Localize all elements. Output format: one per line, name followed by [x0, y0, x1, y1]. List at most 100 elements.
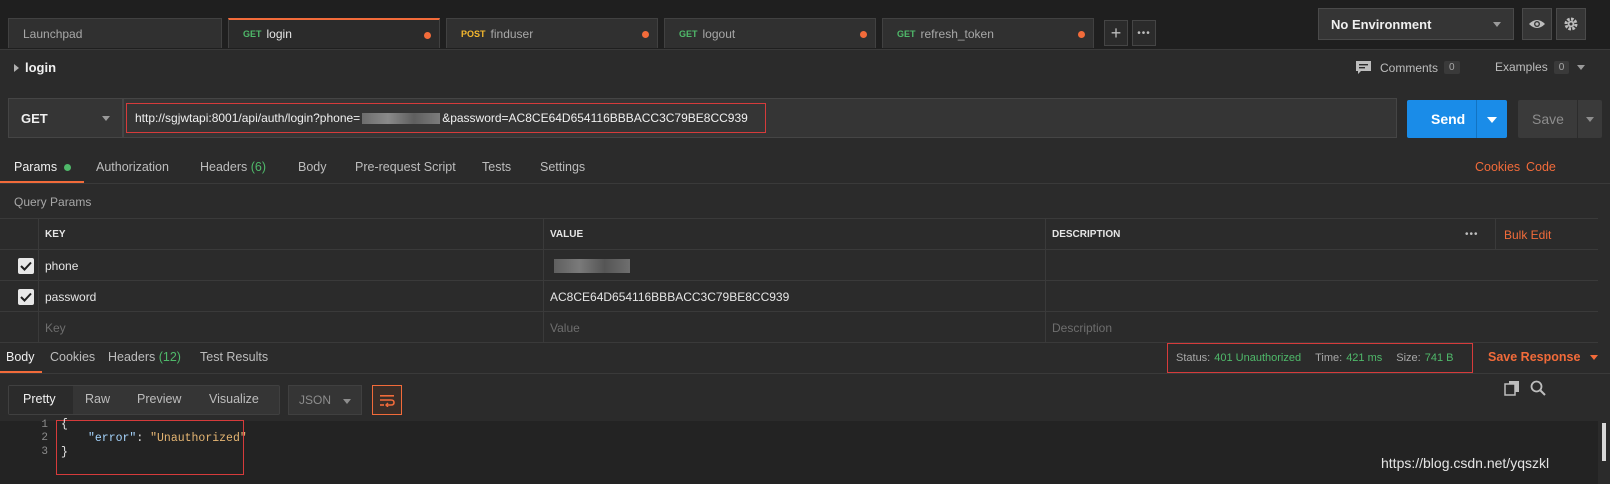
- new-key-input[interactable]: Key: [38, 312, 543, 343]
- tab-headers-label: Headers: [200, 160, 248, 174]
- cookies-link[interactable]: Cookies: [1475, 160, 1520, 174]
- query-params-table: KEY VALUE DESCRIPTION ••• Bulk Edit phon…: [0, 218, 1598, 343]
- chevron-down-icon: [1590, 354, 1599, 360]
- comments-label: Comments: [1380, 60, 1439, 75]
- tab-method: GET: [679, 28, 698, 39]
- tab-settings[interactable]: Settings: [540, 160, 585, 174]
- mode-raw[interactable]: Raw: [85, 392, 110, 406]
- comment-icon: [1356, 61, 1371, 74]
- param-key-cell[interactable]: phone: [38, 250, 543, 281]
- send-button[interactable]: Send: [1407, 100, 1507, 138]
- tab-test-results[interactable]: Test Results: [200, 350, 268, 364]
- tab-logout[interactable]: GET logout: [664, 18, 876, 48]
- tab-refresh-token[interactable]: GET refresh_token: [882, 18, 1094, 48]
- time-label: Time:: [1315, 352, 1343, 364]
- save-options-chevron-icon[interactable]: [1586, 117, 1594, 122]
- editor-scrollbar[interactable]: [1598, 421, 1610, 484]
- new-value-input[interactable]: Value: [543, 312, 1045, 343]
- tab-tests[interactable]: Tests: [482, 160, 511, 174]
- tab-login[interactable]: GET login: [228, 18, 440, 48]
- send-options-chevron-icon[interactable]: [1487, 117, 1497, 123]
- split-divider: [1577, 100, 1578, 138]
- line-number-gutter: 1 2 3: [0, 419, 48, 484]
- tab-authorization[interactable]: Authorization: [96, 160, 169, 174]
- json-colon: :: [136, 432, 151, 445]
- more-options-icon[interactable]: •••: [1455, 219, 1495, 250]
- language-select[interactable]: JSON: [288, 385, 362, 415]
- line-number: 2: [41, 432, 48, 444]
- more-tabs-button[interactable]: •••: [1132, 20, 1156, 46]
- tab-method: POST: [461, 28, 486, 39]
- request-name[interactable]: login: [14, 60, 56, 75]
- status-value[interactable]: 401 Unauthorized: [1214, 352, 1301, 364]
- tab-params[interactable]: Params: [14, 160, 71, 174]
- redacted-value: [554, 258, 630, 273]
- mode-visualize[interactable]: Visualize: [209, 392, 259, 406]
- copy-button[interactable]: [1504, 380, 1520, 399]
- param-description-cell[interactable]: [1045, 250, 1598, 281]
- code-line-1: {: [61, 418, 68, 431]
- tab-label: Launchpad: [23, 26, 83, 41]
- url-input[interactable]: http://sgjwtapi:8001/api/auth/login?phon…: [126, 103, 766, 133]
- code-line-3: }: [61, 446, 68, 459]
- tab-pre-request-script[interactable]: Pre-request Script: [355, 160, 456, 174]
- method-label: GET: [21, 110, 48, 126]
- comments-button[interactable]: Comments 0: [1355, 60, 1460, 75]
- caret-right-icon: [14, 63, 19, 72]
- size-label: Size:: [1396, 352, 1421, 364]
- tab-response-body[interactable]: Body: [6, 350, 35, 364]
- params-active-dot-icon: [63, 164, 71, 171]
- save-response-button[interactable]: Save Response: [1488, 350, 1599, 364]
- param-value-cell[interactable]: [543, 250, 1045, 281]
- line-number: 3: [41, 446, 48, 458]
- search-button[interactable]: [1530, 380, 1546, 399]
- method-select[interactable]: GET: [8, 98, 123, 138]
- eye-icon: [1529, 20, 1545, 28]
- tab-method: GET: [243, 29, 262, 39]
- tab-headers[interactable]: Headers (6): [200, 160, 266, 174]
- new-tab-button[interactable]: +: [1104, 20, 1128, 46]
- unsaved-dot-icon: [424, 32, 431, 39]
- chevron-down-icon: [102, 116, 110, 121]
- tab-method: GET: [897, 28, 916, 39]
- column-header-key: KEY: [38, 219, 543, 250]
- param-key-cell[interactable]: password: [38, 281, 543, 312]
- scrollbar-thumb[interactable]: [1602, 423, 1606, 461]
- request-tabs: Params Authorization Headers (6) Body Pr…: [0, 152, 1610, 184]
- unsaved-dot-icon: [860, 31, 867, 38]
- tab-launchpad[interactable]: Launchpad: [8, 18, 222, 48]
- size-value[interactable]: 741 B: [1425, 352, 1454, 364]
- save-button[interactable]: Save: [1518, 100, 1602, 138]
- new-description-input[interactable]: Description: [1045, 312, 1598, 343]
- tab-label: login: [266, 27, 292, 41]
- split-divider: [1476, 100, 1477, 138]
- active-tab-indicator: [0, 181, 84, 183]
- json-key: "error": [88, 432, 137, 445]
- manage-environments-button[interactable]: [1556, 8, 1586, 40]
- param-checkbox[interactable]: [18, 289, 34, 305]
- environment-select[interactable]: No Environment: [1318, 8, 1514, 40]
- environment-quick-look-button[interactable]: [1522, 8, 1552, 40]
- search-icon: [1530, 380, 1546, 396]
- tab-response-headers[interactable]: Headers (12): [108, 350, 181, 364]
- wrap-lines-button[interactable]: [372, 385, 402, 415]
- chevron-down-icon: [1493, 22, 1501, 27]
- time-value[interactable]: 421 ms: [1346, 352, 1382, 364]
- language-label: JSON: [299, 393, 332, 407]
- table-row: password AC8CE64D654116BBBACC3C79BE8CC93…: [0, 281, 1598, 312]
- tab-params-label: Params: [14, 160, 58, 174]
- code-link[interactable]: Code: [1526, 160, 1556, 174]
- tab-finduser[interactable]: POST finduser: [446, 18, 658, 48]
- bulk-edit-link[interactable]: Bulk Edit: [1495, 219, 1598, 250]
- param-checkbox[interactable]: [18, 258, 34, 274]
- mode-preview[interactable]: Preview: [137, 392, 181, 406]
- url-suffix: &password=AC8CE64D654116BBBACC3C79BE8CC9…: [442, 111, 748, 125]
- tab-response-cookies[interactable]: Cookies: [50, 350, 95, 364]
- examples-button[interactable]: Examples 0: [1495, 60, 1586, 74]
- param-value-cell[interactable]: AC8CE64D654116BBBACC3C79BE8CC939: [543, 281, 1045, 312]
- response-headers-count: (12): [158, 350, 181, 364]
- tab-body[interactable]: Body: [298, 160, 327, 174]
- highlight-box: [56, 420, 244, 475]
- param-description-cell[interactable]: [1045, 281, 1598, 312]
- mode-pretty[interactable]: Pretty: [23, 392, 56, 406]
